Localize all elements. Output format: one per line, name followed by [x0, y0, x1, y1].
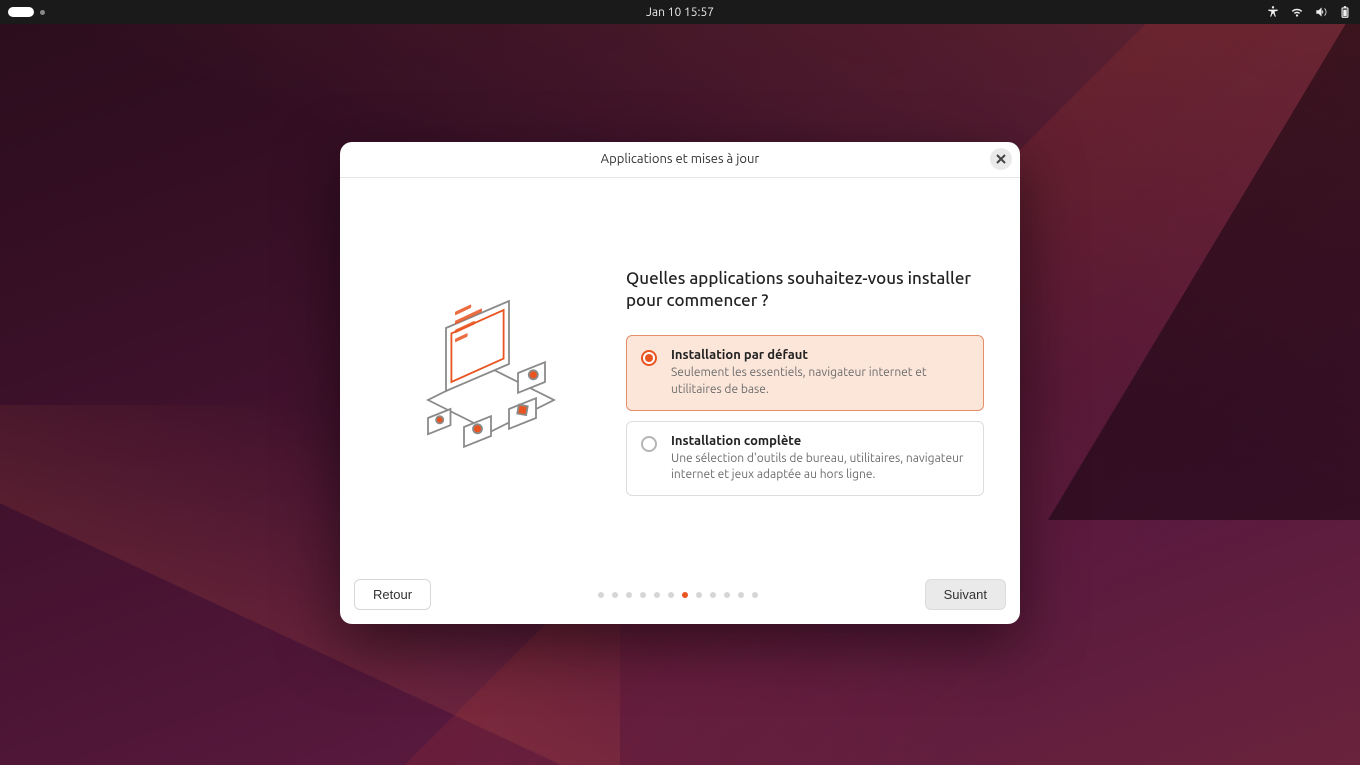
progress-indicator	[598, 592, 758, 598]
progress-dot	[696, 592, 702, 598]
activities-pill[interactable]	[8, 7, 34, 17]
question-heading: Quelles applications souhaitez-vous inst…	[626, 268, 984, 314]
option-default-install[interactable]: Installation par défaut Seulement les es…	[626, 335, 984, 410]
progress-dot	[752, 592, 758, 598]
radio-icon	[641, 350, 657, 366]
progress-dot	[598, 592, 604, 598]
dialog-title: Applications et mises à jour	[601, 152, 760, 166]
close-icon	[996, 154, 1006, 164]
progress-dot	[738, 592, 744, 598]
progress-dot	[626, 592, 632, 598]
back-button[interactable]: Retour	[354, 579, 431, 610]
option-description: Une sélection d'outils de bureau, utilit…	[671, 451, 969, 483]
progress-dot	[640, 592, 646, 598]
accessibility-icon[interactable]	[1266, 5, 1280, 19]
progress-dot	[682, 592, 688, 598]
option-title: Installation complète	[671, 434, 969, 448]
progress-dot	[724, 592, 730, 598]
radio-icon	[641, 436, 657, 452]
gnome-topbar: Jan 10 15:57	[0, 0, 1360, 24]
option-title: Installation par défaut	[671, 348, 969, 362]
option-full-install[interactable]: Installation complète Une sélection d'ou…	[626, 421, 984, 496]
progress-dot	[668, 592, 674, 598]
volume-icon[interactable]	[1314, 5, 1328, 19]
workspace-dot	[40, 10, 45, 15]
progress-dot	[612, 592, 618, 598]
battery-icon[interactable]	[1338, 5, 1352, 19]
progress-dot	[710, 592, 716, 598]
dialog-header: Applications et mises à jour	[340, 142, 1020, 178]
installer-dialog: Applications et mises à jour	[340, 142, 1020, 624]
progress-dot	[654, 592, 660, 598]
close-button[interactable]	[990, 148, 1012, 170]
clock[interactable]: Jan 10 15:57	[646, 6, 714, 19]
illustration	[376, 208, 606, 556]
next-button[interactable]: Suivant	[925, 579, 1006, 610]
option-description: Seulement les essentiels, navigateur int…	[671, 365, 969, 397]
wifi-icon[interactable]	[1290, 5, 1304, 19]
